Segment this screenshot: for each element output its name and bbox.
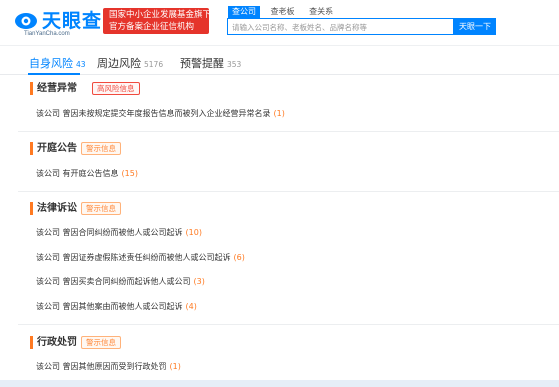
tab-surrounding-risk[interactable]: 周边风险 5176 [97,55,163,71]
item-count: (10) [185,228,202,237]
badge-line-1: 国家中小企业发展基金旗下 [109,10,212,20]
section-marker [30,82,33,95]
high-risk-tag: 高风险信息 [92,82,140,95]
item-count: (1) [273,109,285,118]
item-text: 该公司 曾因其他案由而被他人或公司起诉 [36,302,183,311]
tab-label: 自身风险 [29,57,73,70]
active-tab-indicator [28,73,80,75]
search-tab-boss[interactable]: 查老板 [267,6,299,18]
section-marker [30,336,33,349]
list-item[interactable]: 该公司 曾因其他案由而被他人或公司起诉 (4) [36,301,197,312]
section-title: 法律诉讼 [37,203,77,214]
list-item[interactable]: 该公司 曾因未按规定提交年度报告信息而被列入企业经营异常名录 (1) [36,108,285,119]
list-item[interactable]: 该公司 有开庭公告信息 (15) [36,168,138,179]
logo-subtext: TianYanCha.com [24,31,70,37]
item-count: (1) [169,362,181,371]
section-title: 行政处罚 [37,337,77,348]
search-tab-company[interactable]: 查公司 [228,6,260,18]
item-text: 该公司 曾因其他原因而受到行政处罚 [36,362,167,371]
item-count: (4) [185,302,197,311]
item-count: (15) [121,169,138,178]
tab-count: 5176 [144,60,164,69]
risk-tabs: 自身风险 43 周边风险 5176 预警提醒 353 [0,45,559,75]
section-title: 开庭公告 [37,143,77,154]
divider [18,324,559,325]
item-text: 该公司 有开庭公告信息 [36,169,119,178]
warning-tag: 警示信息 [81,202,121,215]
item-text: 该公司 曾因合同纠纷而被他人或公司起诉 [36,228,183,237]
tab-count: 353 [227,60,242,69]
tab-warning[interactable]: 预警提醒 353 [180,55,241,71]
item-text: 该公司 曾因买卖合同纠纷而起诉他人或公司 [36,277,191,286]
warning-tag: 警示信息 [81,336,121,349]
item-text: 该公司 曾因证券虚假陈述责任纠纷而被他人或公司起诉 [36,253,231,262]
section-title: 经营异常 [37,83,77,94]
logo-text: 天眼查 [42,10,103,32]
list-item[interactable]: 该公司 曾因买卖合同纠纷而起诉他人或公司 (3) [36,276,205,287]
search-tab-relation[interactable]: 查关系 [305,6,337,18]
site-header: 天眼查 TianYanCha.com 国家中小企业发展基金旗下 官方备案企业征信… [0,0,559,45]
tab-count: 43 [76,60,86,69]
bottom-strip [0,380,559,387]
official-badge: 国家中小企业发展基金旗下 官方备案企业征信机构 [103,8,212,34]
site-logo[interactable]: 天眼查 TianYanCha.com [6,4,101,40]
section-marker [30,202,33,215]
warning-tag: 警示信息 [81,142,121,155]
badge-line-2: 官方备案企业征信机构 [109,22,195,32]
search-button[interactable]: 天眼一下 [454,18,496,35]
tab-label: 周边风险 [97,57,141,70]
search-placeholder: 请输入公司名称、老板姓名、品牌名称等 [232,23,367,32]
list-item[interactable]: 该公司 曾因其他原因而受到行政处罚 (1) [36,361,181,372]
search-input[interactable]: 请输入公司名称、老板姓名、品牌名称等 [227,18,454,35]
item-count: (6) [233,253,245,262]
section-marker [30,142,33,155]
tab-label: 预警提醒 [180,57,224,70]
tab-self-risk[interactable]: 自身风险 43 [29,55,86,71]
divider [18,131,559,132]
search-type-tabs: 查公司 查老板 查关系 [228,6,341,18]
divider [18,191,559,192]
eye-logo-icon [15,13,37,29]
item-text: 该公司 曾因未按规定提交年度报告信息而被列入企业经营异常名录 [36,109,271,118]
list-item[interactable]: 该公司 曾因合同纠纷而被他人或公司起诉 (10) [36,227,202,238]
list-item[interactable]: 该公司 曾因证券虚假陈述责任纠纷而被他人或公司起诉 (6) [36,252,245,263]
item-count: (3) [193,277,205,286]
